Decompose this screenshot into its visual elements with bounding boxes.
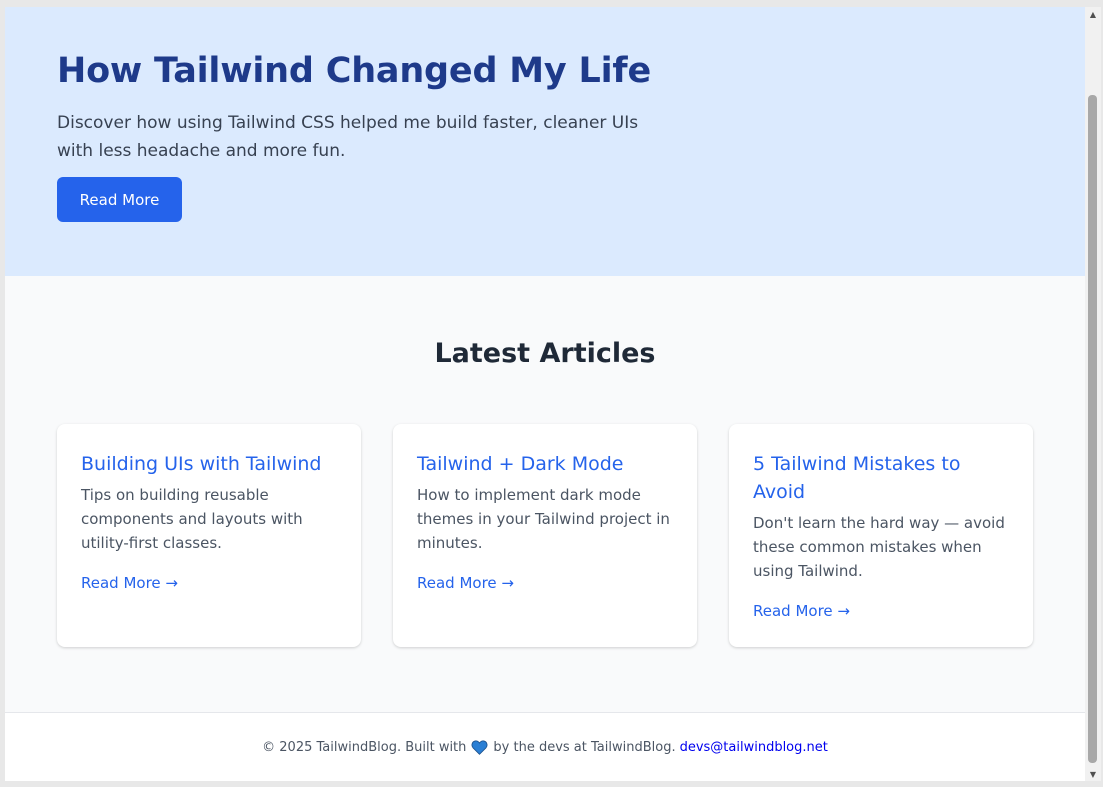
latest-articles-heading: Latest Articles — [434, 338, 656, 369]
scrollbar-thumb[interactable] — [1088, 95, 1097, 763]
hero-read-more-button[interactable]: Read More — [57, 177, 182, 222]
article-read-more-link[interactable]: Read More → — [417, 571, 514, 595]
article-title: Building UIs with Tailwind — [81, 453, 322, 475]
article-card: Tailwind + Dark Mode How to implement da… — [393, 424, 697, 647]
article-title: 5 Tailwind Mistakes to Avoid — [753, 453, 961, 503]
footer-copyright: © 2025 TailwindBlog. Built with — [262, 740, 467, 755]
hero-description: Discover how using Tailwind CSS helped m… — [57, 113, 639, 161]
scroll-down-arrow-icon[interactable]: ▼ — [1085, 767, 1101, 781]
article-read-more-link[interactable]: Read More → — [81, 571, 178, 595]
article-card: Building UIs with Tailwind Tips on build… — [57, 424, 361, 647]
article-description: Tips on building reusable components and… — [81, 486, 303, 552]
article-title: Tailwind + Dark Mode — [417, 453, 624, 475]
page-viewport: How Tailwind Changed My Life Discover ho… — [5, 7, 1085, 781]
article-read-more-link[interactable]: Read More → — [753, 599, 850, 623]
hero-title: How Tailwind Changed My Life — [57, 51, 651, 91]
footer-credit: by the devs at TailwindBlog. — [493, 740, 676, 755]
vertical-scrollbar[interactable]: ▲ ▼ — [1085, 7, 1101, 781]
article-card: 5 Tailwind Mistakes to Avoid Don't learn… — [729, 424, 1033, 647]
hero-section: How Tailwind Changed My Life Discover ho… — [5, 7, 1085, 276]
article-description: Don't learn the hard way — avoid these c… — [753, 514, 1005, 580]
blue-heart-icon — [471, 740, 488, 755]
footer: © 2025 TailwindBlog. Built with by the d… — [5, 712, 1085, 781]
footer-email-link[interactable]: devs@tailwindblog.net — [680, 740, 828, 755]
article-description: How to implement dark mode themes in you… — [417, 486, 670, 552]
scroll-up-arrow-icon[interactable]: ▲ — [1085, 7, 1101, 21]
